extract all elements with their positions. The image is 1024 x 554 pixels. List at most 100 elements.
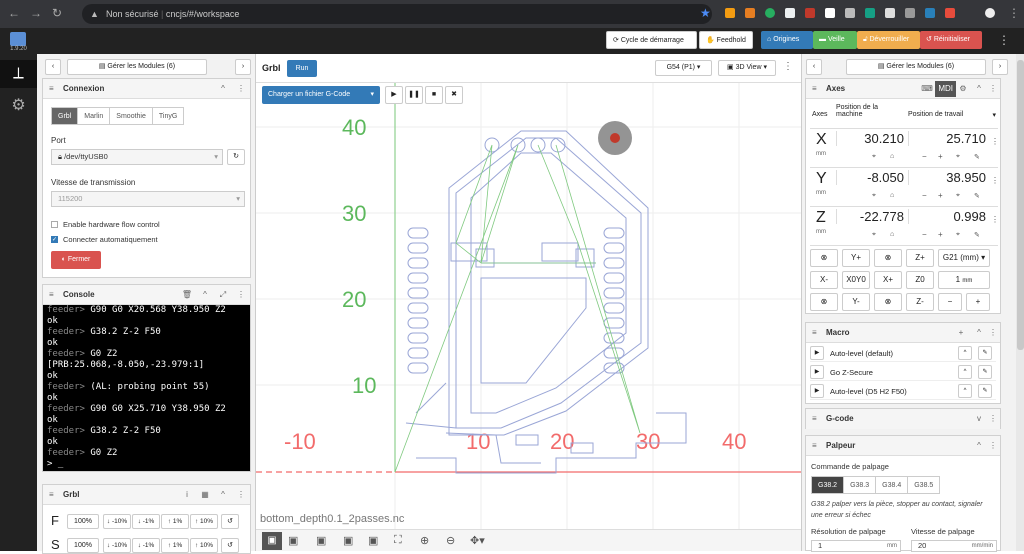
jog-diagonal-button[interactable]: ⊗ — [874, 293, 902, 311]
play-button[interactable]: ▶ — [385, 86, 403, 104]
more-icon[interactable]: ⋮ — [986, 323, 1000, 343]
tab-marlin[interactable]: Marlin — [77, 107, 111, 125]
macro-name[interactable]: Auto-level (default) — [830, 349, 893, 358]
chevron-up-icon[interactable]: ^ — [958, 346, 972, 360]
plus-icon[interactable]: + — [938, 230, 943, 239]
jog-y-plus-button[interactable]: Y+ — [842, 249, 870, 267]
jog-x-plus-button[interactable]: X+ — [874, 271, 902, 289]
extension-icon[interactable] — [885, 8, 895, 18]
more-icon[interactable]: ⋮ — [234, 485, 248, 505]
workspace-axes-icon[interactable]: ⟂ — [0, 60, 37, 88]
wcs-dropdown[interactable]: G54 (P1) ▾ — [655, 60, 712, 76]
plus-icon[interactable]: + — [938, 191, 943, 200]
reset-button[interactable]: ↺ Réinitialiser — [920, 31, 982, 49]
drag-handle-icon[interactable]: ≡ — [49, 285, 54, 305]
step-increase-button[interactable]: + — [966, 293, 990, 311]
edit-icon[interactable]: ✎ — [974, 153, 980, 161]
gcode-viewport[interactable]: 40 30 20 10 -10 10 20 30 40 — [256, 82, 801, 529]
plus-icon[interactable]: + — [938, 152, 943, 161]
flow-control-checkbox[interactable] — [51, 221, 58, 228]
drag-handle-icon[interactable]: ≡ — [49, 79, 54, 99]
gear-icon[interactable]: ⚙ — [956, 79, 970, 99]
chevron-up-icon[interactable]: ^ — [198, 285, 212, 305]
more-icon[interactable]: ⋮ — [234, 79, 248, 99]
keyboard-icon[interactable]: ⌨ — [920, 79, 934, 99]
expand-icon[interactable]: ⤢ — [216, 285, 230, 305]
step-decrease-button[interactable]: − — [938, 293, 962, 311]
extension-icon[interactable] — [805, 8, 815, 18]
goto-icon[interactable]: ⌖ — [872, 231, 876, 239]
chevron-up-icon[interactable]: ^ — [972, 79, 986, 99]
more-icon[interactable]: ⋮ — [991, 137, 999, 146]
info-icon[interactable]: i — [180, 485, 194, 505]
sleep-button[interactable]: ▬ Veille — [813, 31, 857, 49]
extension-icon[interactable] — [725, 8, 735, 18]
back-icon[interactable]: ← — [8, 6, 20, 20]
goto-icon[interactable]: ⌖ — [956, 192, 960, 200]
expand-right-button[interactable]: › — [992, 59, 1008, 75]
view-top-icon[interactable]: ▣ — [288, 534, 298, 547]
settings-gear-icon[interactable]: ⚙ — [0, 92, 37, 120]
jog-diagonal-button[interactable]: ⊗ — [874, 249, 902, 267]
port-select[interactable]: 🔒︎ /dev/ttyUSB0 ▾ — [51, 149, 223, 165]
tab-g38-2[interactable]: G38.2 — [811, 476, 845, 494]
edit-icon[interactable]: ✎ — [974, 231, 980, 239]
jog-x0y0-button[interactable]: X0Y0 — [842, 271, 870, 289]
expand-left-button[interactable]: › — [235, 59, 251, 75]
more-icon[interactable]: ⋮ — [234, 285, 248, 305]
extension-icon[interactable] — [825, 8, 835, 18]
grid-icon[interactable]: ▦ — [198, 485, 212, 505]
more-icon[interactable]: ⋮ — [986, 79, 1000, 99]
unlock-button[interactable]: 🔓︎ Déverrouiller — [857, 31, 920, 49]
probe-speed-input[interactable]: 20 mm/min — [911, 540, 997, 552]
minus-icon[interactable]: − — [922, 152, 927, 161]
bookmark-star-icon[interactable]: ★ — [700, 6, 711, 20]
override-reset-button[interactable]: ↺ — [221, 514, 239, 529]
zoom-in-icon[interactable]: ⊕ — [420, 534, 429, 547]
view-front-icon[interactable]: ▣ — [316, 534, 326, 547]
extension-icon[interactable] — [785, 8, 795, 18]
goto-icon[interactable]: ⌖ — [872, 153, 876, 161]
chevron-up-icon[interactable]: ^ — [972, 436, 986, 456]
chevron-up-icon[interactable]: ^ — [216, 79, 230, 99]
minus-icon[interactable]: − — [922, 191, 927, 200]
view-right-icon[interactable]: ▣ — [343, 534, 353, 547]
fit-view-icon[interactable]: ⛶ — [394, 534, 402, 547]
scrollbar[interactable] — [1016, 54, 1024, 551]
feedhold-button[interactable]: ✋ Feedhold — [699, 31, 753, 49]
override-step-button[interactable]: ↓ -10% — [103, 514, 131, 529]
close-file-button[interactable]: ✖ — [445, 86, 463, 104]
reload-icon[interactable]: ↻ — [52, 6, 62, 20]
more-icon[interactable]: ⋮ — [991, 176, 999, 185]
macro-name[interactable]: Auto-level (D5 H2 F50) — [830, 387, 907, 396]
trash-icon[interactable]: 🗑︎ — [180, 285, 194, 305]
step-distance-select[interactable]: 1 mm — [938, 271, 990, 289]
chevron-up-icon[interactable]: ^ — [972, 323, 986, 343]
close-connection-button[interactable]: ◐ Fermer — [51, 251, 101, 269]
drag-handle-icon[interactable]: ≡ — [812, 436, 817, 456]
more-icon[interactable]: ⋮ — [986, 436, 1000, 456]
add-icon[interactable]: + — [954, 323, 968, 343]
extension-icon[interactable] — [925, 8, 935, 18]
jog-y-minus-button[interactable]: Y- — [842, 293, 870, 311]
probe-resolution-input[interactable]: 1 mm — [811, 540, 901, 552]
run-macro-button[interactable]: ▶ — [810, 384, 824, 398]
baud-select[interactable]: 115200 ▾ — [51, 191, 245, 207]
mdi-toggle[interactable]: MDI — [935, 81, 956, 97]
stop-button[interactable]: ■ — [425, 86, 443, 104]
extension-icon[interactable] — [745, 8, 755, 18]
home-icon[interactable]: ⌂ — [890, 192, 894, 199]
chevron-up-icon[interactable]: ^ — [958, 384, 972, 398]
caret-down-icon[interactable]: ▾ — [992, 111, 996, 119]
manage-modules-button[interactable]: ▤ Gérer les Modules (6) — [67, 59, 207, 75]
run-macro-button[interactable]: ▶ — [810, 346, 824, 360]
load-gcode-button[interactable]: Charger un fichier G-Code ▾ — [262, 86, 380, 104]
extension-icon[interactable] — [765, 8, 775, 18]
console-output[interactable]: feeder> G90 G0 X20.568 Y38.950 Z2 ok feede… — [43, 305, 250, 471]
toolpath-canvas[interactable]: 40 30 20 10 -10 10 20 30 40 — [256, 83, 801, 529]
profile-avatar-icon[interactable] — [985, 8, 995, 18]
tab-grbl[interactable]: Grbl — [51, 107, 79, 125]
override-step-button[interactable]: ↑ 10% — [190, 514, 218, 529]
address-bar[interactable]: ▲ Non sécurisé | cncjs/#/workspace — [82, 4, 712, 24]
more-icon[interactable]: ⋮ — [986, 409, 1000, 429]
